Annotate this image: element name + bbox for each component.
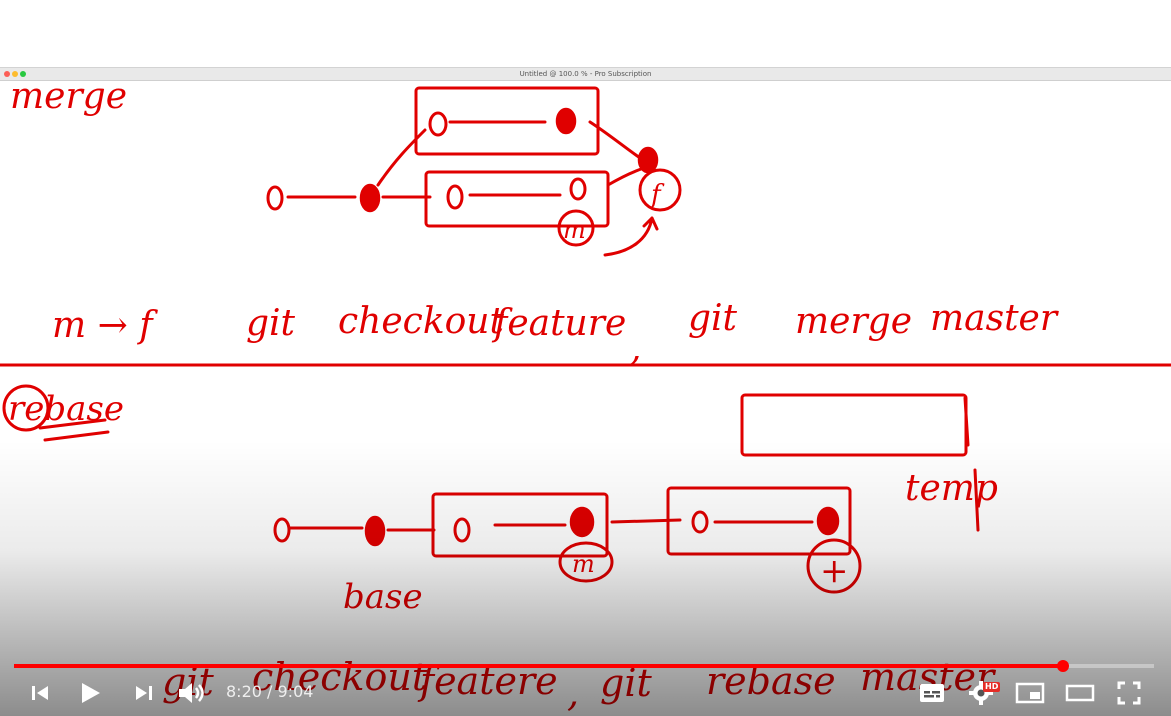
commit-node (446, 184, 464, 210)
miniplayer-button[interactable] (1014, 676, 1046, 710)
theater-icon (1065, 684, 1095, 702)
previous-icon (32, 686, 48, 700)
play-button[interactable] (76, 676, 106, 710)
theater-mode-button[interactable] (1062, 676, 1098, 710)
fullscreen-icon (1117, 681, 1141, 705)
merge-cmd-comma: , (630, 328, 641, 369)
progress-fill (14, 664, 1063, 668)
merge-to-f-link (606, 166, 646, 187)
merge-m-node: m (563, 216, 586, 244)
merge-cmd-feature: feature (491, 303, 626, 344)
progress-bar[interactable] (14, 660, 1154, 672)
merge-arrow-text: m → f (52, 305, 158, 346)
merge-branch-link (376, 128, 427, 187)
merge-cmd-checkout: checkout (338, 301, 504, 342)
video-player[interactable]: Untitled @ 100.0 % - Pro Subscription me… (0, 0, 1171, 716)
rebase-m-node: m (572, 550, 595, 578)
window-title: Untitled @ 100.0 % - Pro Subscription (519, 70, 652, 78)
merge-cmd-git2: git (688, 298, 738, 339)
next-button[interactable] (130, 676, 158, 710)
rebase-commit-link (610, 518, 682, 524)
merge-cmd-git: git (246, 303, 296, 344)
previous-button[interactable] (26, 676, 54, 710)
time-display: 8:20 / 9:04 (226, 682, 314, 701)
play-icon (82, 683, 100, 703)
subtitles-button[interactable] (916, 676, 948, 710)
commit-node (428, 111, 448, 137)
window-title-bar: Untitled @ 100.0 % - Pro Subscription (0, 67, 1171, 81)
rebase-base-label: base (343, 577, 423, 617)
volume-button[interactable] (176, 676, 208, 710)
commit-node (453, 517, 471, 543)
whiteboard-canvas: merge f m m → f git checkout feature , g… (0, 80, 1171, 715)
merge-cmd-master: master (930, 298, 1059, 339)
commit-node (691, 510, 709, 534)
volume-icon (179, 683, 204, 703)
temp-box (740, 393, 968, 457)
rebase-heading: rebase (8, 389, 124, 429)
merge-cmd-merge: merge (795, 301, 912, 342)
merge-heading: merge (10, 80, 127, 117)
rebase-f-plus-icon: + (820, 551, 849, 591)
next-icon (136, 686, 152, 700)
commit-node (569, 177, 587, 201)
merge-arrow-curve (603, 216, 659, 257)
subtitles-icon (920, 684, 944, 702)
commit-node (273, 517, 291, 543)
player-controls: 8:20 / 9:04 HD (0, 660, 1171, 716)
progress-scrubber[interactable] (1056, 660, 1069, 672)
merge-f-node: f (649, 180, 665, 210)
fullscreen-button[interactable] (1114, 676, 1144, 710)
rebase-temp-label: temp (905, 468, 998, 509)
hd-badge: HD (983, 682, 1001, 692)
miniplayer-icon (1015, 682, 1045, 704)
commit-node (266, 185, 284, 211)
